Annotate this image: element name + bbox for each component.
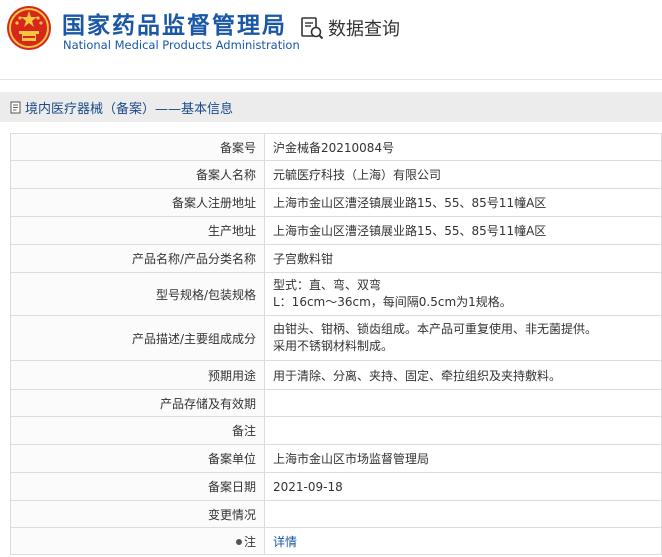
table-row: 备注 bbox=[10, 416, 662, 445]
field-label-registrant-name: 备案人名称 bbox=[10, 160, 265, 189]
field-value-registrant-name: 元毓医疗科技（上海）有限公司 bbox=[264, 160, 662, 189]
field-label-note: 注 bbox=[10, 527, 265, 555]
field-label-filing-authority: 备案单位 bbox=[10, 444, 265, 473]
table-row: 生产地址 上海市金山区漕泾镇展业路15、55、85号11幢A区 bbox=[10, 216, 662, 245]
field-label-intended-use: 预期用途 bbox=[10, 360, 265, 390]
field-label-product-name: 产品名称/产品分类名称 bbox=[10, 244, 265, 273]
model-spec-line: L：16cm～36cm，每间隔0.5cm为1规格。 bbox=[273, 295, 512, 309]
bullet-icon bbox=[235, 539, 242, 545]
field-label-production-address: 生产地址 bbox=[10, 216, 265, 245]
site-title: 国家药品监督管理局 bbox=[62, 13, 287, 39]
data-query-link[interactable]: 数据查询 bbox=[300, 14, 400, 42]
field-value-storage-validity bbox=[264, 389, 662, 417]
field-value-product-name: 子宫敷料钳 bbox=[264, 244, 662, 273]
table-row: 产品名称/产品分类名称 子宫敷料钳 bbox=[10, 244, 662, 273]
document-icon bbox=[10, 101, 21, 113]
site-title-english: National Medical Products Administration bbox=[63, 38, 300, 52]
header-divider bbox=[0, 79, 662, 80]
table-row: 备案人名称 元毓医疗科技（上海）有限公司 bbox=[10, 160, 662, 189]
table-row: 变更情况 bbox=[10, 500, 662, 528]
table-row: 型号规格/包装规格 型式：直、弯、双弯 L：16cm～36cm，每间隔0.5cm… bbox=[10, 272, 662, 316]
field-value-filing-number: 沪金械备20210084号 bbox=[264, 133, 662, 161]
table-row: 产品存储及有效期 bbox=[10, 389, 662, 417]
note-label: 注 bbox=[243, 534, 256, 549]
description-line: 由钳头、钳柄、锁齿组成。本产品可重复使用、非无菌提供。 bbox=[273, 322, 598, 336]
record-detail-table: 备案号 沪金械备20210084号 备案人名称 元毓医疗科技（上海）有限公司 备… bbox=[10, 133, 662, 555]
field-label-product-description: 产品描述/主要组成成分 bbox=[10, 315, 265, 361]
field-value-registered-address: 上海市金山区漕泾镇展业路15、55、85号11幢A区 bbox=[264, 188, 662, 217]
table-row: 备案日期 2021-09-18 bbox=[10, 472, 662, 501]
table-row: 注 详情 bbox=[10, 527, 662, 555]
field-label-registered-address: 备案人注册地址 bbox=[10, 188, 265, 217]
national-emblem-icon bbox=[7, 6, 51, 50]
field-label-storage-validity: 产品存储及有效期 bbox=[10, 389, 265, 417]
field-value-production-address: 上海市金山区漕泾镇展业路15、55、85号11幢A区 bbox=[264, 216, 662, 245]
field-value-filing-date: 2021-09-18 bbox=[264, 472, 662, 501]
table-row: 备案号 沪金械备20210084号 bbox=[10, 133, 662, 161]
table-row: 产品描述/主要组成成分 由钳头、钳柄、锁齿组成。本产品可重复使用、非无菌提供。 … bbox=[10, 315, 662, 361]
description-line: 采用不锈钢材料制成。 bbox=[273, 339, 394, 353]
field-value-model-spec: 型式：直、弯、双弯 L：16cm～36cm，每间隔0.5cm为1规格。 bbox=[264, 272, 662, 316]
table-row: 备案单位 上海市金山区市场监督管理局 bbox=[10, 444, 662, 473]
details-link[interactable]: 详情 bbox=[273, 535, 297, 549]
breadcrumb-label: 境内医疗器械（备案）——基本信息 bbox=[25, 101, 234, 117]
field-value-note: 详情 bbox=[264, 527, 662, 555]
document-search-icon bbox=[301, 17, 324, 40]
field-label-filing-number: 备案号 bbox=[10, 133, 265, 161]
field-label-filing-date: 备案日期 bbox=[10, 472, 265, 501]
field-label-change-status: 变更情况 bbox=[10, 500, 265, 528]
table-row: 备案人注册地址 上海市金山区漕泾镇展业路15、55、85号11幢A区 bbox=[10, 188, 662, 217]
field-label-remarks: 备注 bbox=[10, 416, 265, 445]
breadcrumb: 境内医疗器械（备案）——基本信息 bbox=[0, 92, 662, 122]
field-value-intended-use: 用于清除、分离、夹持、固定、牵拉组织及夹持敷料。 bbox=[264, 360, 662, 390]
field-value-change-status bbox=[264, 500, 662, 528]
field-value-remarks bbox=[264, 416, 662, 445]
data-query-label: 数据查询 bbox=[328, 19, 400, 40]
site-header: 国家药品监督管理局 National Medical Products Admi… bbox=[0, 0, 662, 64]
field-value-product-description: 由钳头、钳柄、锁齿组成。本产品可重复使用、非无菌提供。 采用不锈钢材料制成。 bbox=[264, 315, 662, 361]
table-row: 预期用途 用于清除、分离、夹持、固定、牵拉组织及夹持敷料。 bbox=[10, 360, 662, 390]
field-label-model-spec: 型号规格/包装规格 bbox=[10, 272, 265, 316]
field-value-filing-authority: 上海市金山区市场监督管理局 bbox=[264, 444, 662, 473]
model-spec-line: 型式：直、弯、双弯 bbox=[273, 278, 382, 292]
